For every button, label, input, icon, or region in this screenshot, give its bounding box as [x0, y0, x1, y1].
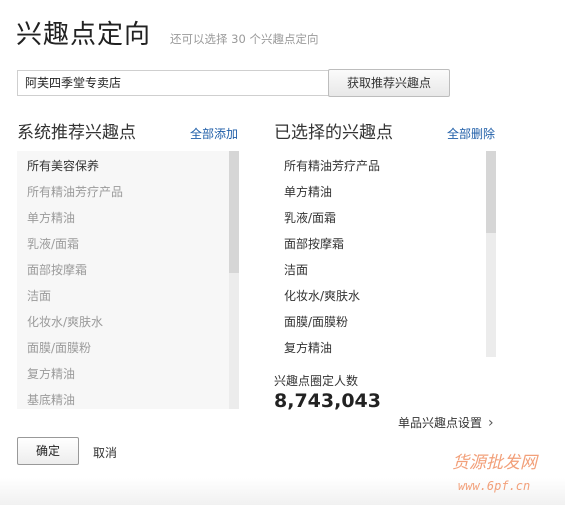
list-item[interactable]: 面部按摩霜 [284, 235, 344, 252]
keyword-input[interactable]: 阿芙四季堂专卖店 [17, 70, 335, 96]
list-item[interactable]: 所有精油芳疗产品 [27, 183, 123, 200]
remaining-count-hint: 还可以选择 30 个兴趣点定向 [170, 32, 319, 46]
list-item[interactable]: 乳液/面霜 [27, 235, 79, 252]
audience-count-label: 兴趣点圈定人数 [274, 374, 359, 388]
list-item[interactable]: 洁面 [27, 287, 51, 304]
list-item[interactable]: 单方精油 [284, 183, 332, 200]
get-recommendations-button[interactable]: 获取推荐兴趣点 [328, 69, 450, 97]
watermark-logo: 货源批发网 www.6pf.cn [452, 453, 539, 493]
list-item[interactable]: 洁面 [284, 261, 308, 278]
scrollbar[interactable] [229, 151, 239, 409]
list-item[interactable]: 单方精油 [27, 209, 75, 226]
confirm-button[interactable]: 确定 [17, 437, 79, 465]
single-item-settings-link[interactable]: 单品兴趣点设置 [398, 414, 482, 431]
watermark-url: www.6pf.cn [458, 479, 530, 493]
list-item[interactable]: 面部按摩霜 [27, 261, 87, 278]
scrollbar[interactable] [486, 151, 496, 357]
scrollbar-thumb[interactable] [229, 151, 239, 273]
selected-list: 所有精油芳疗产品 单方精油 乳液/面霜 面部按摩霜 洁面 化妆水/爽肤水 面膜/… [274, 151, 496, 357]
add-all-link[interactable]: 全部添加 [190, 125, 238, 142]
list-item[interactable]: 化妆水/爽肤水 [284, 287, 360, 304]
list-item[interactable]: 化妆水/爽肤水 [27, 313, 103, 330]
list-item[interactable]: 复方精油 [27, 365, 75, 382]
list-item[interactable]: 乳液/面霜 [284, 209, 336, 226]
list-item[interactable]: 所有精油芳疗产品 [284, 157, 380, 174]
list-item[interactable]: 面膜/面膜粉 [27, 339, 91, 356]
chevron-right-icon[interactable]: › [488, 415, 494, 431]
watermark-title: 货源批发网 [452, 453, 539, 473]
list-item[interactable]: 复方精油 [284, 339, 332, 356]
audience-count: 8,743,043 [274, 390, 381, 412]
list-item[interactable]: 基底精油 [27, 391, 75, 408]
list-item[interactable]: 面膜/面膜粉 [284, 313, 348, 330]
list-item[interactable]: 所有美容保养 [27, 157, 99, 174]
remove-all-link[interactable]: 全部删除 [447, 125, 495, 142]
page-title: 兴趣点定向 [16, 20, 152, 50]
cancel-button[interactable]: 取消 [93, 444, 117, 461]
recommended-section-title: 系统推荐兴趣点 [17, 123, 136, 143]
recommended-list: 所有美容保养 所有精油芳疗产品 单方精油 乳液/面霜 面部按摩霜 洁面 化妆水/… [17, 151, 239, 409]
selected-section-title: 已选择的兴趣点 [274, 123, 393, 143]
scrollbar-thumb[interactable] [486, 151, 496, 233]
